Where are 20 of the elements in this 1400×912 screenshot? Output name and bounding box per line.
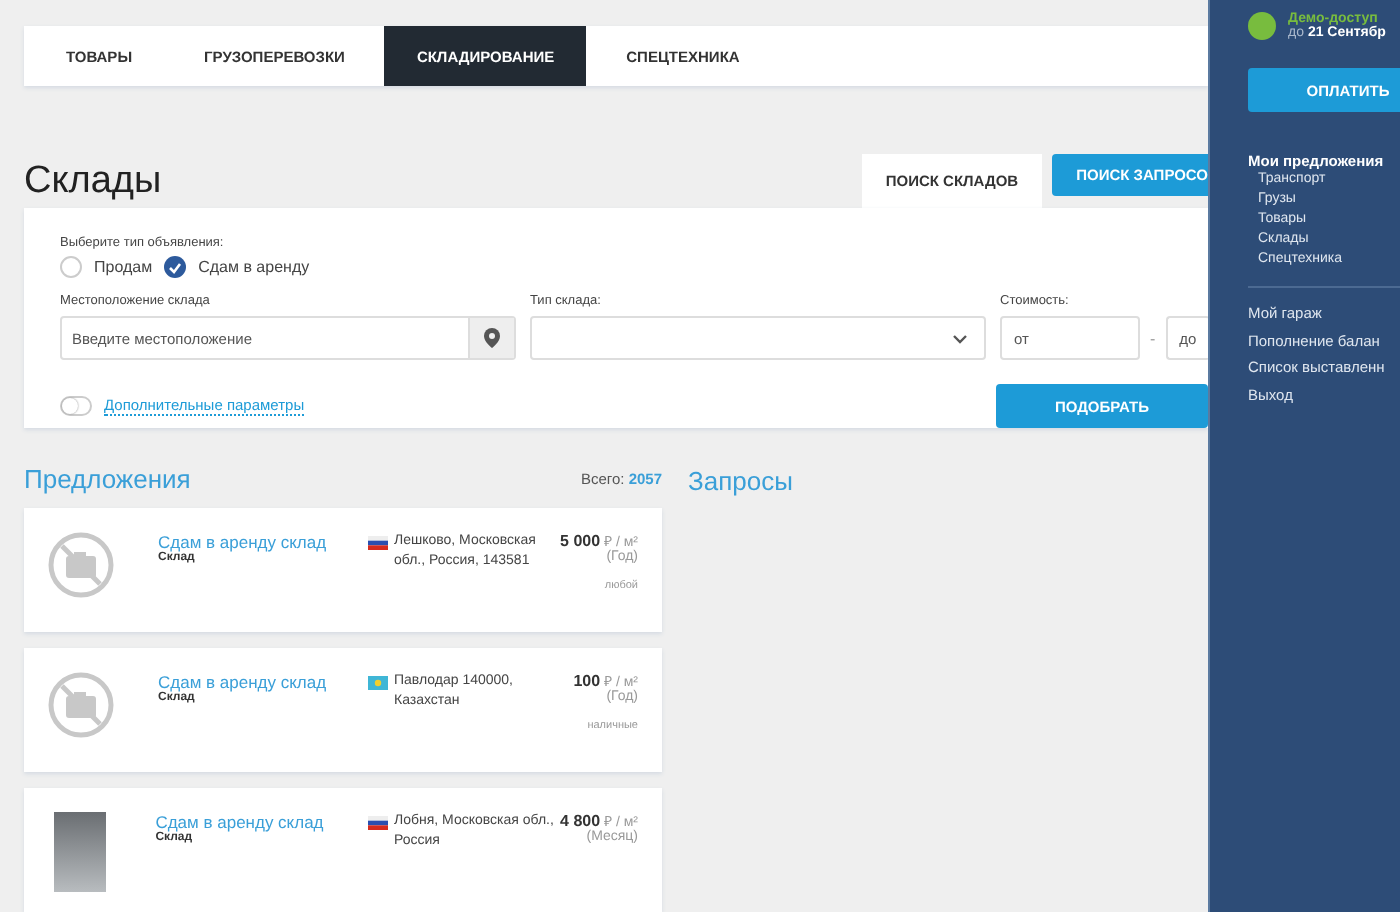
status-dot	[1248, 12, 1276, 40]
radio-label: Продам	[94, 258, 153, 276]
page-title: Склады	[24, 160, 164, 206]
flag-icon	[368, 676, 388, 690]
no-photo-icon	[48, 532, 114, 598]
toggle-switch[interactable]	[60, 396, 92, 416]
range-dash: -	[1150, 329, 1156, 347]
flag-icon	[368, 816, 388, 830]
radio-button[interactable]	[164, 256, 187, 278]
section-title: Предложения	[24, 463, 191, 493]
radio-label: Сдам в аренду	[198, 258, 310, 276]
photo-placeholder	[53, 812, 106, 892]
check-icon	[168, 261, 183, 273]
radio-button[interactable]	[60, 256, 82, 278]
location-pin-icon	[484, 328, 500, 348]
section-title: Запросы	[688, 466, 793, 496]
warehouse-type-select[interactable]	[530, 316, 986, 360]
flag-icon	[368, 536, 388, 550]
no-photo-icon	[48, 672, 114, 738]
chevron-down-icon	[952, 333, 968, 343]
